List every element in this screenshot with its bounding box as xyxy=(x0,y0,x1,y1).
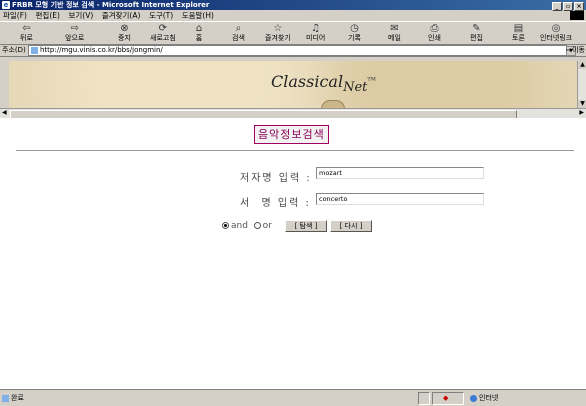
home-icon: ⌂ xyxy=(195,23,203,34)
menu-tools[interactable]: 도구(T) xyxy=(146,10,176,21)
security-cell: ◆ xyxy=(432,392,464,405)
banner-vertical-scrollbar[interactable]: ▲ ▼ xyxy=(577,61,586,108)
forward-arrow-icon: ⇨ xyxy=(70,23,79,34)
discuss-button[interactable]: ▤ 토론 xyxy=(512,23,525,42)
address-bar: 주소(D) http://mgu.vinis.co.kr/bbs/jongmin… xyxy=(0,45,586,57)
address-input[interactable]: http://mgu.vinis.co.kr/bbs/jongmin/ xyxy=(28,45,567,56)
menu-view[interactable]: 보기(V) xyxy=(65,10,96,21)
menu-help[interactable]: 도움말(H) xyxy=(179,10,217,21)
page-icon xyxy=(31,47,38,54)
stop-button[interactable]: ⊗ 중지 xyxy=(118,23,131,42)
internet-zone: 인터넷 xyxy=(470,393,498,403)
media-button[interactable]: ♫ 미디어 xyxy=(306,23,325,42)
search-icon: ⌕ xyxy=(235,23,242,34)
media-icon: ♫ xyxy=(311,23,321,34)
window-titlebar: e FRBR 모형 기반 정보 검색 - Microsoft Internet E… xyxy=(0,0,586,11)
refresh-button[interactable]: ⟳ 새로고침 xyxy=(150,23,176,42)
banner-horizontal-scrollbar[interactable]: ◀ ▶ xyxy=(0,108,586,119)
window-title: FRBR 모형 기반 정보 검색 - Microsoft Internet Ex… xyxy=(12,1,210,9)
page-title: 음악정보검색 xyxy=(254,125,329,144)
status-bar: 완료 ◆ 인터넷 xyxy=(0,389,586,406)
ie-icon: e xyxy=(2,1,10,9)
status-cell xyxy=(418,392,430,405)
refresh-icon: ⟳ xyxy=(158,23,168,34)
title-label: 서 명 입력 : xyxy=(240,198,311,209)
stop-icon: ⊗ xyxy=(120,23,129,34)
address-url: http://mgu.vinis.co.kr/bbs/jongmin/ xyxy=(40,46,163,54)
mail-button[interactable]: ✉ 메일 xyxy=(388,23,401,42)
search-button[interactable]: ⌕ 검색 xyxy=(232,23,245,42)
standard-toolbar: ⇦ 뒤로 ⇨ 앞으로 ⊗ 중지 ⟳ 새로고침 ⌂ 홈 ⌕ 검색 ☆ 즐겨찾기 ♫ 미디어 ◷ 기록… xyxy=(0,22,586,45)
main-content: 음악정보검색 저자명 입력 : mozart 서 명 입력 : concerto… xyxy=(0,118,586,389)
author-input[interactable]: mozart xyxy=(316,167,484,179)
favorites-button[interactable]: ☆ 즐겨찾기 xyxy=(265,23,291,42)
scroll-right-icon[interactable]: ▶ xyxy=(579,109,584,116)
history-button[interactable]: ◷ 기록 xyxy=(348,23,361,42)
operator-radio-group: and or xyxy=(222,221,272,232)
scroll-up-icon[interactable]: ▲ xyxy=(578,61,586,69)
menu-edit[interactable]: 편집(E) xyxy=(33,10,63,21)
author-label: 저자명 입력 : xyxy=(240,173,312,184)
title-input[interactable]: concerto xyxy=(316,193,484,205)
search-submit-button[interactable]: [ 탐색 ] xyxy=(285,220,327,232)
home-button[interactable]: ⌂ 홈 xyxy=(194,23,204,42)
site-logo: ClassicalNetTM xyxy=(271,72,376,96)
address-label: 주소(D) xyxy=(2,46,26,54)
go-button[interactable]: ⇨이동 xyxy=(566,45,585,56)
history-icon: ◷ xyxy=(350,23,359,34)
print-button[interactable]: ⎙ 인쇄 xyxy=(428,23,441,42)
globe-icon xyxy=(470,394,477,402)
site-banner: ClassicalNetTM xyxy=(9,61,583,109)
links-icon: ◎ xyxy=(551,23,561,34)
forward-button[interactable]: ⇨ 앞으로 xyxy=(65,23,84,42)
status-text: 완료 xyxy=(2,393,24,403)
page-done-icon xyxy=(2,394,9,402)
and-radio[interactable] xyxy=(222,222,229,229)
menu-file[interactable]: 파일(F) xyxy=(0,10,30,21)
divider xyxy=(16,150,574,151)
favorites-icon: ☆ xyxy=(273,23,283,34)
discuss-icon: ▤ xyxy=(513,23,524,34)
back-arrow-icon: ⇦ xyxy=(22,23,31,34)
print-icon: ⎙ xyxy=(430,23,439,34)
or-radio[interactable] xyxy=(253,222,261,229)
edit-icon: ✎ xyxy=(472,23,481,34)
back-button[interactable]: ⇦ 뒤로 xyxy=(20,23,33,42)
links-button[interactable]: ◎ 인터넷링크 xyxy=(540,23,572,42)
reset-button[interactable]: [ 다시 ] xyxy=(330,220,372,232)
edit-button[interactable]: ✎ 편집 xyxy=(470,23,483,42)
scroll-down-icon[interactable]: ▼ xyxy=(578,100,586,108)
menu-bar: 파일(F) 편집(E) 보기(V) 즐겨찾기(A) 도구(T) 도움말(H) xyxy=(0,10,586,22)
windows-logo xyxy=(570,11,584,20)
scroll-left-icon[interactable]: ◀ xyxy=(2,109,7,116)
menu-favorites[interactable]: 즐겨찾기(A) xyxy=(99,10,144,21)
security-icon: ◆ xyxy=(443,394,449,402)
and-label: and xyxy=(231,221,248,231)
mail-icon: ✉ xyxy=(390,23,399,34)
or-label: or xyxy=(262,221,272,231)
